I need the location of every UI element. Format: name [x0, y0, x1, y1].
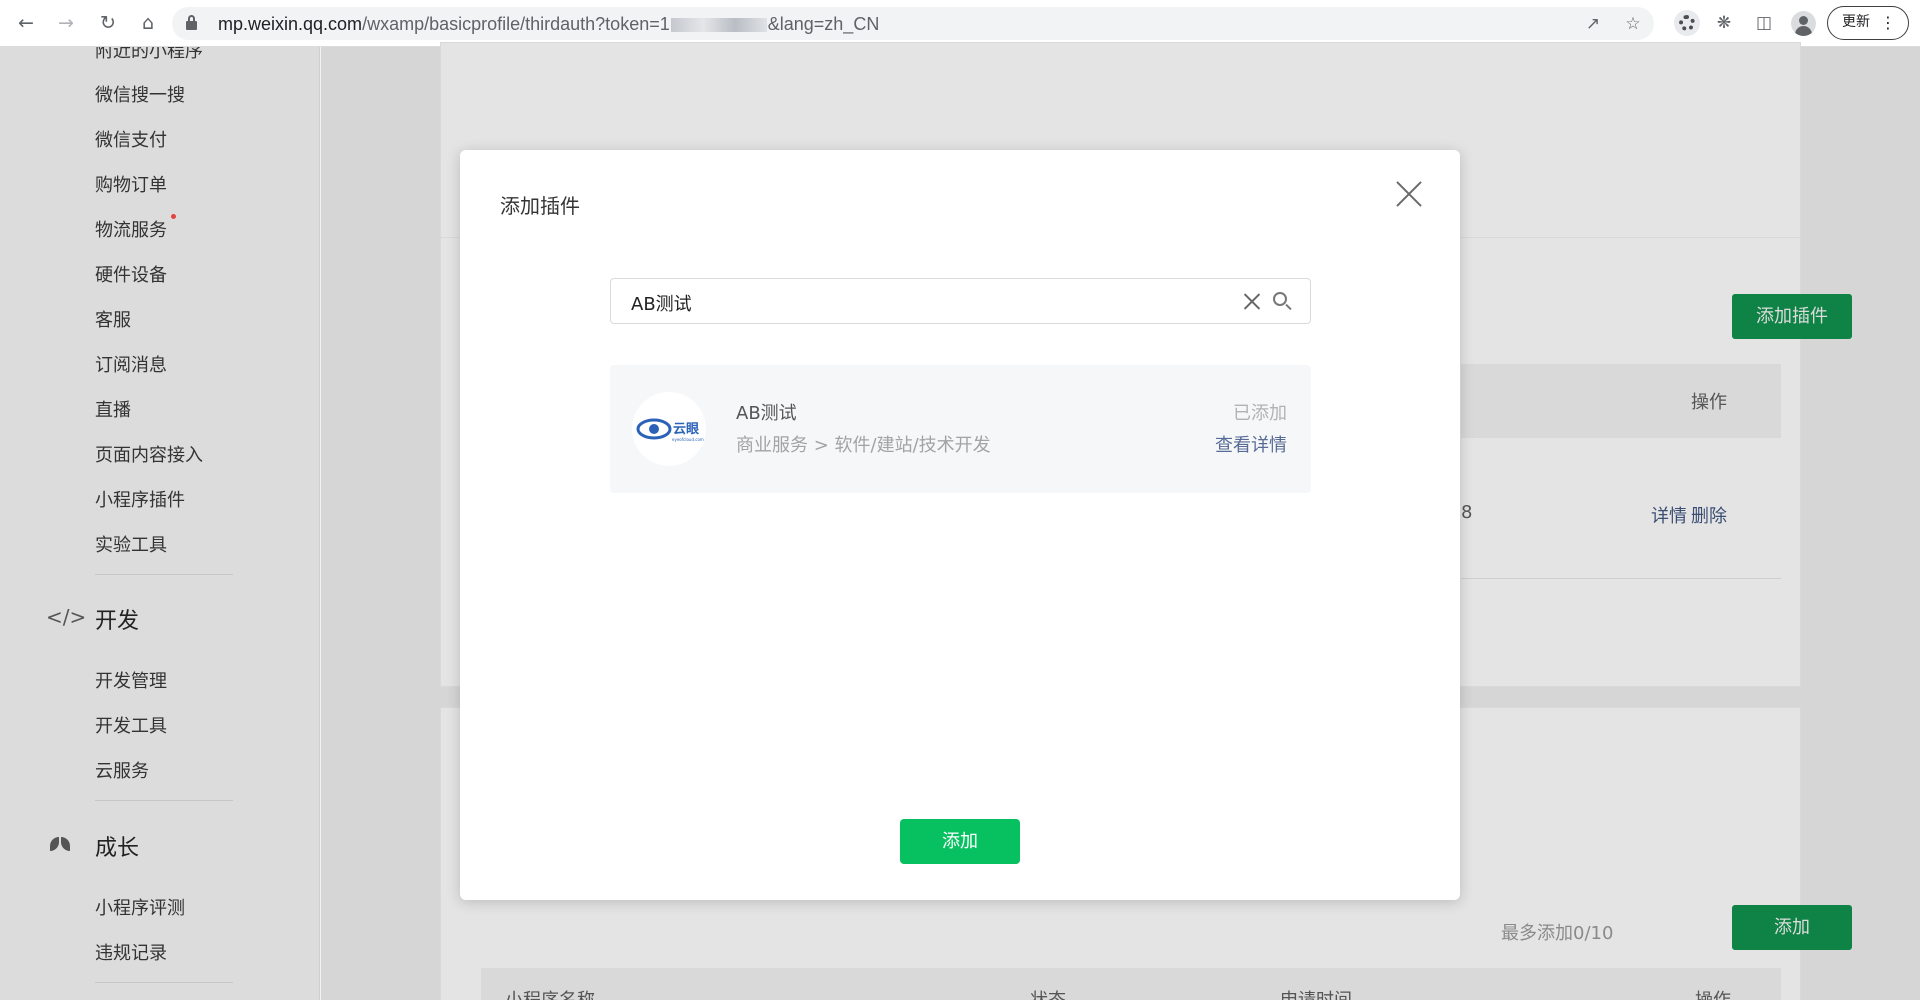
share-icon[interactable]: ↗	[1582, 13, 1604, 35]
add-button-bg[interactable]: 添加	[1732, 905, 1852, 950]
sidebar-item-plugins[interactable]: 小程序插件	[95, 486, 185, 512]
column-time: 申请时间	[1280, 986, 1352, 1000]
code-icon: </>	[46, 605, 87, 629]
logo-text: 云眼	[673, 422, 700, 437]
row-cell-fragment: 8	[1461, 502, 1473, 523]
browser-toolbar: ← → ↻ ⌂ mp.weixin.qq.com/wxamp/basicprof…	[0, 0, 1920, 47]
view-details-link[interactable]: 查看详情	[1215, 431, 1287, 457]
sidebar-item-dev-tools[interactable]: 开发工具	[95, 712, 167, 738]
address-bar[interactable]: mp.weixin.qq.com/wxamp/basicprofile/thir…	[172, 7, 1654, 40]
dialog-title: 添加插件	[500, 194, 580, 218]
plugin-category: 商业服务 > 软件/建站/技术开发	[736, 435, 991, 456]
logo-subtext: eyeofcloud.com	[672, 437, 704, 442]
column-operation: 操作	[1695, 986, 1731, 1000]
url-path-end: &lang=zh_CN	[767, 14, 880, 34]
sidebar-item-logistics-label: 物流服务	[95, 220, 167, 241]
reload-icon[interactable]: ↻	[96, 11, 120, 35]
column-operation: 操作	[1691, 392, 1727, 413]
sidebar-section-dev: 开发	[95, 609, 140, 634]
url-token-redacted	[670, 18, 767, 33]
plugin-status: 已添加	[1233, 403, 1287, 424]
url-path-start: /wxamp/basicprofile/thirdauth?token=1	[362, 14, 670, 34]
row-detail-link[interactable]: 详情	[1651, 502, 1687, 528]
sidebar-divider	[95, 982, 233, 983]
plugin-search-input[interactable]: AB测试	[610, 278, 1311, 324]
side-panel-icon[interactable]: ◫	[1752, 11, 1776, 35]
sidebar-item-review[interactable]: 小程序评测	[95, 894, 185, 920]
update-label: 更新	[1842, 14, 1870, 30]
sidebar-item-live[interactable]: 直播	[95, 396, 131, 422]
sidebar-item-subscribe[interactable]: 订阅消息	[95, 351, 167, 377]
table-header	[1461, 364, 1781, 438]
sidebar-item-cloud[interactable]: 云服务	[95, 757, 149, 783]
add-button[interactable]: 添加	[900, 819, 1020, 864]
extensions-puzzle-icon[interactable]: ❋	[1712, 11, 1736, 35]
sidebar-item-orders[interactable]: 购物订单	[95, 171, 167, 197]
url-text[interactable]: mp.weixin.qq.com/wxamp/basicprofile/thir…	[218, 14, 879, 35]
clear-icon[interactable]	[1242, 291, 1262, 311]
red-dot-badge	[171, 214, 176, 219]
quota-text: 最多添加0/10	[1501, 923, 1614, 944]
add-plugin-button[interactable]: 添加插件	[1732, 294, 1852, 339]
plugin-logo: 云眼 eyeofcloud.com	[632, 392, 706, 466]
plugin-name: AB测试	[736, 403, 797, 424]
sidebar-divider	[95, 574, 233, 575]
column-name: 小程序名称	[505, 986, 595, 1000]
sprout-icon	[50, 835, 72, 853]
bookmark-star-icon[interactable]: ☆	[1622, 13, 1644, 35]
more-menu-icon[interactable]: ⋮	[1880, 7, 1896, 38]
sidebar-item-logistics[interactable]: 物流服务	[95, 214, 176, 242]
profile-avatar-icon[interactable]	[1791, 11, 1816, 36]
sidebar: 附近的小程序 微信搜一搜 微信支付 购物订单 物流服务 硬件设备 客服 订阅消息…	[0, 47, 320, 1000]
home-icon[interactable]: ⌂	[136, 11, 160, 35]
update-button[interactable]: 更新 ⋮	[1827, 6, 1909, 40]
sidebar-item-experiment[interactable]: 实验工具	[95, 531, 167, 557]
search-icon[interactable]	[1272, 291, 1294, 313]
sidebar-item-content[interactable]: 页面内容接入	[95, 441, 203, 467]
sidebar-item-search[interactable]: 微信搜一搜	[95, 81, 185, 107]
sidebar-item-pay[interactable]: 微信支付	[95, 126, 167, 152]
search-value: AB测试	[631, 294, 692, 315]
sidebar-item-dev-manage[interactable]: 开发管理	[95, 667, 167, 693]
close-icon[interactable]	[1395, 180, 1423, 208]
column-status: 状态	[1030, 986, 1066, 1000]
sidebar-item-violations[interactable]: 违规记录	[95, 939, 167, 965]
sidebar-item-hardware[interactable]: 硬件设备	[95, 261, 167, 287]
extension-gear-icon[interactable]	[1674, 10, 1700, 36]
search-result-item[interactable]: 云眼 eyeofcloud.com AB测试 商业服务 > 软件/建站/技术开发…	[610, 365, 1311, 493]
row-divider	[1461, 578, 1781, 579]
lock-icon[interactable]	[186, 15, 197, 30]
add-plugin-dialog: 添加插件 AB测试 云眼 eyeofcloud.com AB测试 商业服务 > …	[460, 150, 1460, 900]
back-arrow-icon[interactable]: ←	[14, 11, 38, 35]
sidebar-section-growth: 成长	[95, 836, 140, 861]
sidebar-item-nearby[interactable]: 附近的小程序	[95, 47, 203, 63]
sidebar-divider	[95, 800, 233, 801]
sidebar-item-service[interactable]: 客服	[95, 306, 131, 332]
url-host: mp.weixin.qq.com	[218, 14, 363, 34]
forward-arrow-icon[interactable]: →	[54, 11, 78, 35]
table-header	[481, 968, 1781, 1000]
row-delete-link[interactable]: 删除	[1691, 502, 1727, 528]
